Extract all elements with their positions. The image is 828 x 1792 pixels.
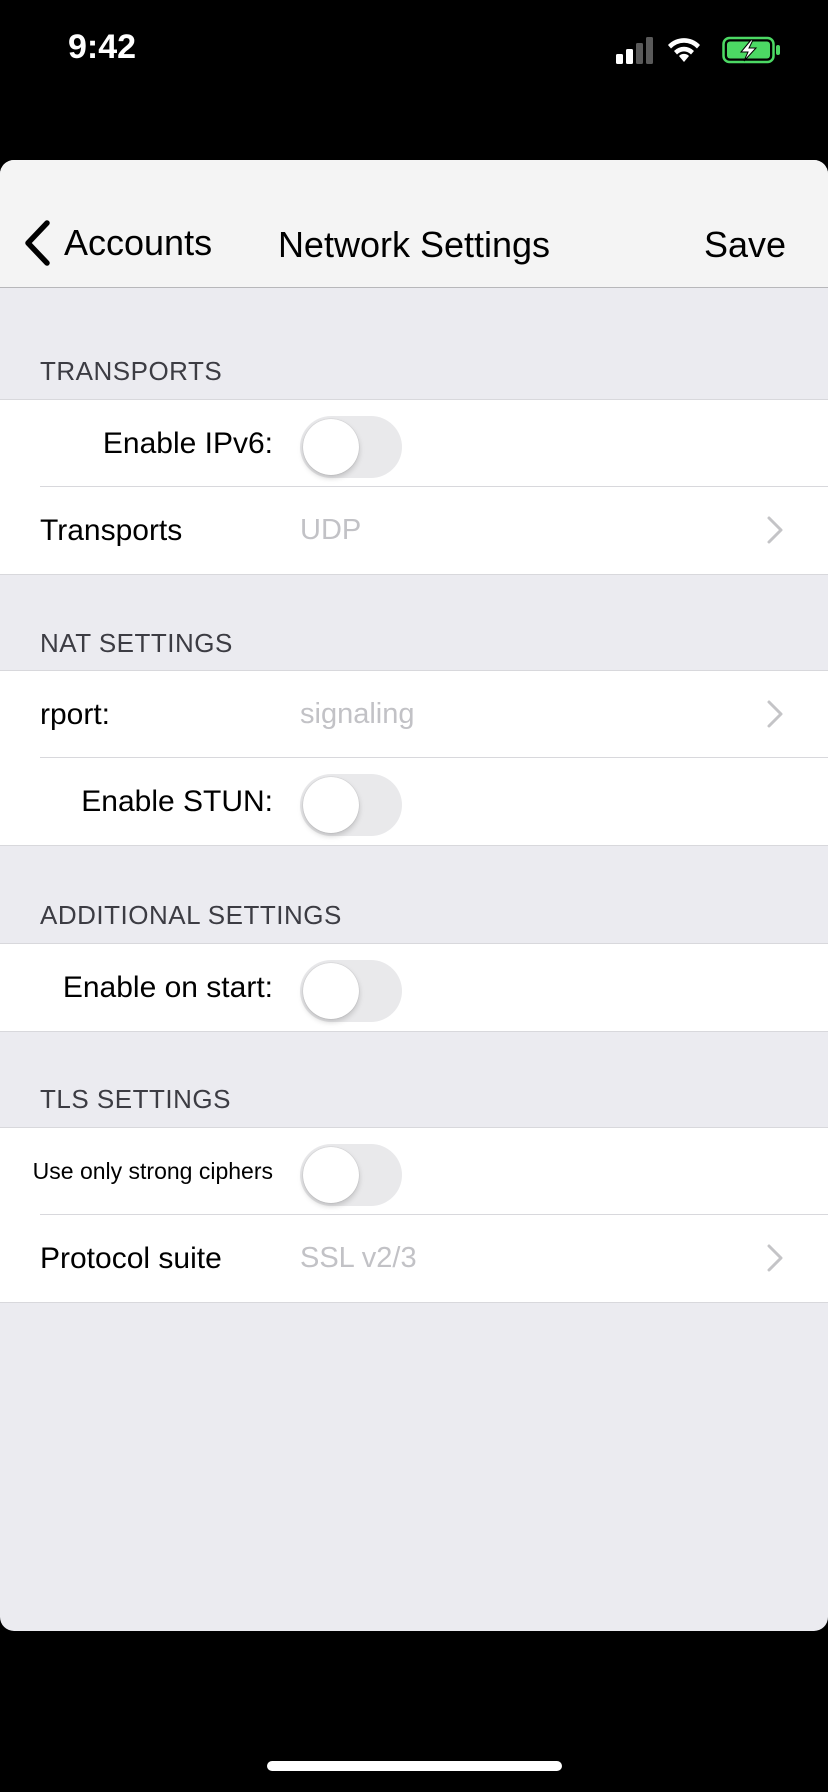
status-bar: 9:42 bbox=[0, 0, 828, 100]
group-additional: Enable on start: bbox=[0, 943, 828, 1032]
toggle-knob bbox=[303, 419, 359, 475]
section-header-additional: ADDITIONAL SETTINGS bbox=[40, 900, 342, 930]
status-time: 9:42 bbox=[68, 28, 137, 66]
enable-ipv6-toggle[interactable] bbox=[300, 416, 402, 478]
group-nat: rport: signaling Enable STUN: bbox=[0, 670, 828, 846]
protocol-suite-label: Protocol suite bbox=[40, 1241, 222, 1275]
chevron-right-icon bbox=[767, 516, 783, 544]
section-header-transports: TRANSPORTS bbox=[40, 356, 223, 386]
toggle-knob bbox=[303, 1147, 359, 1203]
row-strong-ciphers: Use only strong ciphers bbox=[0, 1128, 828, 1215]
toggle-knob bbox=[303, 777, 359, 833]
navigation-bar: Accounts Network Settings Save bbox=[0, 160, 828, 288]
transports-value: UDP bbox=[300, 514, 362, 546]
chevron-right-icon bbox=[767, 1244, 783, 1272]
enable-on-start-label: Enable on start: bbox=[62, 970, 273, 1004]
status-icons bbox=[614, 36, 794, 64]
section-header-nat: NAT SETTINGS bbox=[40, 628, 233, 658]
row-protocol-suite[interactable]: Protocol suite SSL v2/3 bbox=[0, 1214, 828, 1302]
row-enable-ipv6: Enable IPv6: bbox=[0, 400, 828, 487]
protocol-suite-value: SSL v2/3 bbox=[300, 1242, 417, 1274]
row-enable-stun: Enable STUN: bbox=[0, 757, 828, 845]
settings-sheet: Accounts Network Settings Save TRANSPORT… bbox=[0, 160, 828, 1631]
battery-charging-icon bbox=[722, 36, 780, 64]
strong-ciphers-toggle[interactable] bbox=[300, 1144, 402, 1206]
rport-label: rport: bbox=[40, 697, 111, 731]
section-header-tls: TLS SETTINGS bbox=[40, 1084, 231, 1114]
enable-stun-toggle[interactable] bbox=[300, 774, 402, 836]
group-tls: Use only strong ciphers Protocol suite S… bbox=[0, 1127, 828, 1303]
chevron-right-icon bbox=[767, 700, 783, 728]
rport-value: signaling bbox=[300, 698, 415, 730]
enable-stun-label: Enable STUN: bbox=[81, 784, 273, 818]
toggle-knob bbox=[303, 963, 359, 1019]
signal-icon bbox=[616, 37, 653, 64]
enable-on-start-toggle[interactable] bbox=[300, 960, 402, 1022]
enable-ipv6-label: Enable IPv6: bbox=[102, 426, 273, 460]
wifi-icon bbox=[668, 38, 700, 62]
row-rport[interactable]: rport: signaling bbox=[0, 671, 828, 758]
home-indicator[interactable] bbox=[267, 1761, 562, 1771]
row-transports[interactable]: Transports UDP bbox=[0, 486, 828, 574]
save-button[interactable]: Save bbox=[704, 224, 786, 266]
strong-ciphers-label: Use only strong ciphers bbox=[32, 1158, 273, 1184]
group-transports: Enable IPv6: Transports UDP bbox=[0, 399, 828, 575]
transports-label: Transports bbox=[40, 513, 183, 547]
row-enable-on-start: Enable on start: bbox=[0, 944, 828, 1031]
